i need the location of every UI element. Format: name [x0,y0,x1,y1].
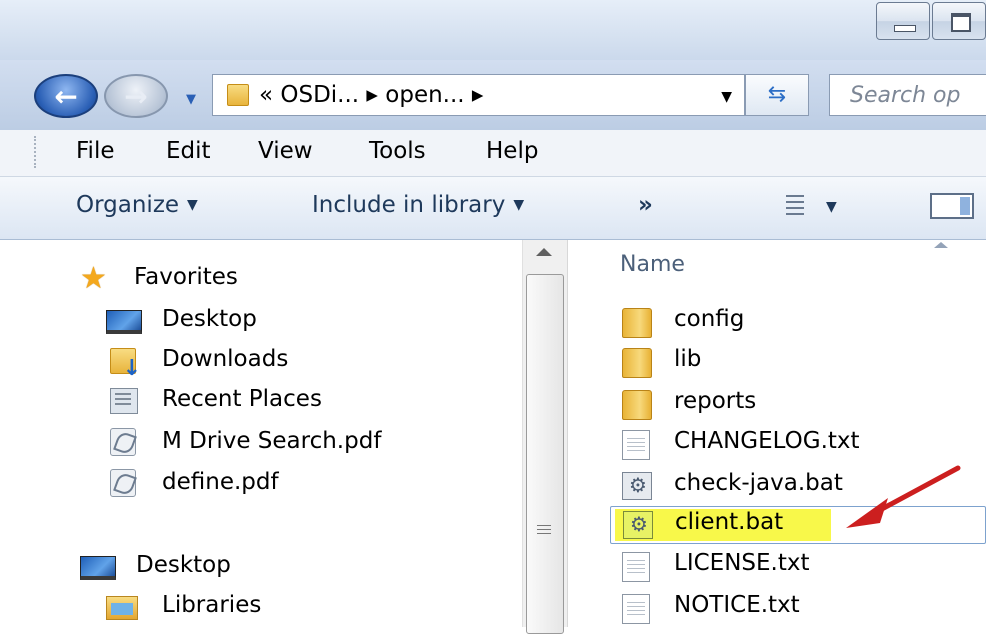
menu-view[interactable]: View [258,138,313,164]
desktop-icon [80,556,116,580]
organize-label: Organize [76,192,180,218]
nav-desktop-label: Desktop [136,552,231,578]
file-row[interactable]: config [608,302,986,340]
file-row[interactable]: CHANGELOG.txt [608,424,986,462]
text-file-icon [622,594,650,624]
change-view-icon[interactable] [786,195,804,215]
libraries-icon [106,596,138,620]
pdf-file-icon [110,428,136,456]
folder-icon [227,84,249,106]
nav-item-label: define.pdf [162,469,279,495]
nav-item-label: Recent Places [162,386,322,412]
scroll-grip-icon [537,525,551,535]
file-name: NOTICE.txt [674,592,800,618]
recent-pages-dropdown[interactable]: ▼ [186,92,196,107]
more-commands-button[interactable]: » [638,192,653,218]
nav-item-label: M Drive Search.pdf [162,428,382,454]
file-row[interactable]: LICENSE.txt [608,546,986,584]
menu-tools[interactable]: Tools [369,138,426,164]
file-row[interactable]: reports [608,384,986,422]
nav-favorites-label: Favorites [134,264,238,290]
nav-item-label: Desktop [162,306,257,332]
menu-help[interactable]: Help [486,138,538,164]
file-name: config [674,306,745,332]
forward-button[interactable]: → [104,74,168,118]
navigation-scrollbar[interactable] [522,240,568,634]
file-row-selected[interactable]: client.bat [610,506,986,544]
include-in-library-button[interactable]: Include in library ▼ [312,192,524,218]
menu-file[interactable]: File [76,138,115,164]
breadcrumb[interactable]: « OSDi... ▸ open... ▸ [259,82,483,108]
toolbar-grip[interactable] [34,136,39,168]
batch-file-icon [622,472,652,500]
recent-places-icon [110,388,138,414]
refresh-button[interactable]: ⇆ [745,74,809,116]
sort-ascending-icon [934,242,948,248]
navigation-pane: ★ Favorites Desktop Downloads Recent Pla… [0,240,522,627]
scroll-thumb[interactable] [526,274,564,634]
file-name: LICENSE.txt [674,550,810,576]
preview-pane-icon[interactable] [930,193,974,219]
menu-bar: File Edit View Tools Help [0,130,986,177]
maximize-button[interactable] [932,2,986,40]
file-row[interactable]: check-java.bat [608,466,986,504]
folder-icon [622,308,652,338]
refresh-icon: ⇆ [767,82,787,107]
folder-icon [622,348,652,378]
file-name: reports [674,388,757,414]
menu-edit[interactable]: Edit [166,138,211,164]
chevron-down-icon: ▼ [513,197,525,213]
address-bar[interactable]: « OSDi... ▸ open... ▸ ▼ [212,74,745,116]
column-header-name[interactable]: Name [620,252,685,277]
desktop-icon [106,310,142,334]
text-file-icon [622,430,650,460]
scroll-up-arrow-icon[interactable] [536,248,552,256]
back-button[interactable]: ← [34,74,98,118]
back-arrow-icon: ← [54,80,78,113]
forward-arrow-icon: → [124,80,148,113]
nav-libraries-label: Libraries [162,592,262,618]
search-input[interactable] [848,75,986,115]
command-bar: Organize ▼ Include in library ▼ » ▼ [0,177,986,240]
window-titlebar [0,0,986,60]
file-name: lib [674,346,702,372]
chevron-down-icon: ▼ [187,197,198,213]
file-name: client.bat [675,509,784,535]
batch-file-icon [623,511,653,539]
file-name: check-java.bat [674,470,843,496]
downloads-folder-icon [110,348,141,381]
organize-button[interactable]: Organize ▼ [76,192,198,218]
file-list-pane: Name config lib reports CHANGELOG.txt ch… [568,240,986,627]
search-box[interactable] [829,74,986,116]
file-name: CHANGELOG.txt [674,428,860,454]
minimize-button[interactable] [876,2,930,40]
file-row[interactable]: NOTICE.txt [608,588,986,626]
file-row[interactable]: lib [608,342,986,380]
address-dropdown-icon[interactable]: ▼ [721,89,732,105]
folder-icon [622,390,652,420]
view-options-dropdown-icon[interactable]: ▼ [826,199,837,215]
include-in-library-label: Include in library [312,192,506,218]
nav-item-label: Downloads [162,346,289,372]
text-file-icon [622,552,650,582]
address-row: ← → ▼ « OSDi... ▸ open... ▸ ▼ ⇆ [0,60,986,130]
window-controls [874,2,986,42]
pdf-file-icon [110,469,136,497]
star-icon: ★ [80,261,107,296]
